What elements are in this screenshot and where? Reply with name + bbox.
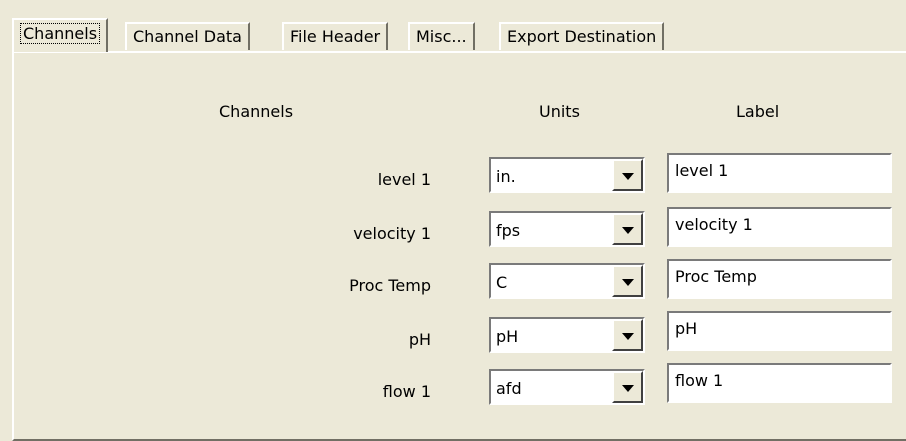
units-select[interactable]: in.	[489, 157, 645, 193]
tab-label: Channels	[20, 23, 101, 44]
label-field[interactable]: Proc Temp	[667, 259, 892, 299]
units-value: C	[496, 273, 508, 292]
tab-channels[interactable]: Channels	[12, 18, 109, 52]
units-value: fps	[496, 221, 521, 240]
units-select[interactable]: afd	[489, 369, 645, 405]
units-value: in.	[496, 167, 516, 186]
units-select[interactable]: fps	[489, 211, 645, 247]
chevron-down-icon	[622, 227, 634, 234]
tab-label: File Header	[290, 27, 381, 46]
dropdown-button[interactable]	[612, 213, 643, 245]
chevron-down-icon	[622, 333, 634, 340]
tab-export-destination[interactable]: Export Destination	[499, 22, 665, 50]
label-field[interactable]: flow 1	[667, 363, 892, 403]
tab-label: Export Destination	[507, 27, 657, 46]
label-field[interactable]: level 1	[667, 153, 892, 193]
units-value: pH	[496, 327, 519, 346]
tab-label: Misc...	[416, 27, 467, 46]
units-header: Units	[539, 102, 580, 121]
units-select[interactable]: C	[489, 263, 645, 299]
channel-name: flow 1	[382, 382, 431, 401]
dropdown-button[interactable]	[612, 265, 643, 297]
chevron-down-icon	[622, 385, 634, 392]
dropdown-button[interactable]	[612, 319, 643, 351]
dropdown-button[interactable]	[612, 159, 643, 191]
channel-name: pH	[408, 330, 431, 349]
channel-name: velocity 1	[353, 224, 431, 243]
chevron-down-icon	[622, 173, 634, 180]
chevron-down-icon	[622, 279, 634, 286]
label-header: Label	[736, 102, 780, 121]
units-value: afd	[496, 379, 522, 398]
tab-misc[interactable]: Misc...	[408, 22, 475, 50]
units-select[interactable]: pH	[489, 317, 645, 353]
channel-name: Proc Temp	[349, 276, 431, 295]
tab-file-header[interactable]: File Header	[282, 22, 389, 50]
channel-name: level 1	[377, 170, 431, 189]
label-field[interactable]: pH	[667, 311, 892, 351]
tab-label: Channel Data	[133, 27, 242, 46]
channels-header: Channels	[219, 102, 294, 121]
dropdown-button[interactable]	[612, 371, 643, 403]
tab-channel-data[interactable]: Channel Data	[125, 22, 250, 50]
label-field[interactable]: velocity 1	[667, 207, 892, 247]
